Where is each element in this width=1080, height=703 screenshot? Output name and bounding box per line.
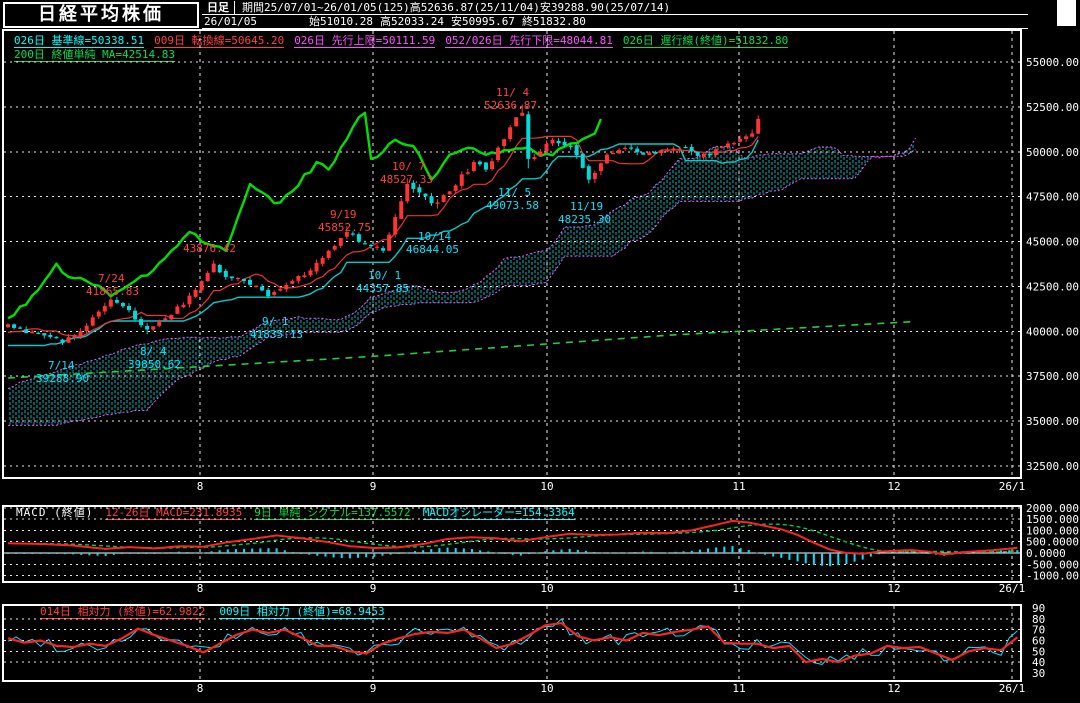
svg-text:8/ 4: 8/ 4 bbox=[140, 345, 167, 358]
svg-text:45000.00: 45000.00 bbox=[1026, 236, 1079, 249]
svg-text:26/1: 26/1 bbox=[999, 480, 1026, 493]
svg-text:12: 12 bbox=[887, 682, 900, 695]
price-annotation: 7/1439288.90 bbox=[36, 359, 89, 385]
svg-text:8: 8 bbox=[197, 682, 204, 695]
svg-text:30: 30 bbox=[1032, 667, 1045, 680]
svg-text:52636.87: 52636.87 bbox=[484, 99, 537, 112]
svg-text:52500.00: 52500.00 bbox=[1026, 101, 1079, 114]
price-annotation: 11/1948235.30 bbox=[558, 200, 611, 226]
svg-text:10: 10 bbox=[540, 582, 553, 595]
price-annotation: 11/ 549073.58 bbox=[486, 186, 539, 212]
price-annotation: 9/1945852.75 bbox=[318, 208, 371, 234]
svg-text:11/ 5: 11/ 5 bbox=[498, 186, 531, 199]
svg-text:26/1: 26/1 bbox=[999, 582, 1026, 595]
svg-text:10: 10 bbox=[540, 480, 553, 493]
svg-text:50000.00: 50000.00 bbox=[1026, 146, 1079, 159]
svg-text:11: 11 bbox=[732, 682, 745, 695]
price-annotation: 7/2441865.83 bbox=[86, 272, 139, 298]
svg-text:40000.00: 40000.00 bbox=[1026, 325, 1079, 338]
svg-text:8: 8 bbox=[197, 480, 204, 493]
svg-text:48527.33: 48527.33 bbox=[380, 173, 433, 186]
price-annotation: 10/ 748527.33 bbox=[380, 160, 433, 186]
svg-text:7/14: 7/14 bbox=[48, 359, 75, 372]
svg-text:49073.58: 49073.58 bbox=[486, 199, 539, 212]
svg-text:9: 9 bbox=[370, 582, 377, 595]
macd-panel[interactable]: 2000.0001500.0001000.000500.00000.0000-5… bbox=[3, 502, 1079, 595]
svg-text:46844.05: 46844.05 bbox=[406, 243, 459, 256]
svg-text:12: 12 bbox=[887, 582, 900, 595]
svg-text:-1000.00: -1000.00 bbox=[1026, 570, 1079, 583]
svg-text:41865.83: 41865.83 bbox=[86, 285, 139, 298]
rsi-panel[interactable]: 908070605040308910111226/1 bbox=[3, 602, 1045, 695]
svg-text:7/24: 7/24 bbox=[98, 272, 125, 285]
svg-text:9/19: 9/19 bbox=[330, 208, 357, 221]
price-annotation: 11/ 452636.87 bbox=[484, 86, 537, 112]
svg-text:11: 11 bbox=[732, 582, 745, 595]
svg-text:9: 9 bbox=[370, 480, 377, 493]
svg-text:10: 10 bbox=[540, 682, 553, 695]
svg-text:12: 12 bbox=[887, 480, 900, 493]
svg-text:39850.62: 39850.62 bbox=[128, 358, 181, 371]
svg-text:37500.00: 37500.00 bbox=[1026, 370, 1079, 383]
svg-text:35000.00: 35000.00 bbox=[1026, 415, 1079, 428]
svg-text:11/19: 11/19 bbox=[570, 200, 603, 213]
svg-text:32500.00: 32500.00 bbox=[1026, 460, 1079, 473]
price-annotation: 10/1446844.05 bbox=[406, 230, 459, 256]
svg-text:42500.00: 42500.00 bbox=[1026, 280, 1079, 293]
price-annotation: 43876.42 bbox=[183, 242, 236, 255]
svg-text:11/ 4: 11/ 4 bbox=[496, 86, 529, 99]
chart-canvas[interactable]: 55000.00 52500.00 50000.00 47500.00 45000.00… bbox=[0, 0, 1080, 703]
svg-text:10/14: 10/14 bbox=[418, 230, 451, 243]
svg-text:9/ 1: 9/ 1 bbox=[262, 315, 289, 328]
svg-text:8: 8 bbox=[197, 582, 204, 595]
svg-text:9: 9 bbox=[370, 682, 377, 695]
svg-text:10/ 7: 10/ 7 bbox=[392, 160, 425, 173]
svg-text:39288.90: 39288.90 bbox=[36, 372, 89, 385]
main-price-panel[interactable]: 55000.00 52500.00 50000.00 47500.00 45000.00… bbox=[3, 30, 1079, 493]
svg-text:41835.13: 41835.13 bbox=[250, 328, 303, 341]
svg-text:44357.85: 44357.85 bbox=[356, 282, 409, 295]
price-annotation: 10/ 144357.85 bbox=[356, 269, 409, 295]
svg-text:11: 11 bbox=[732, 480, 745, 493]
svg-text:55000.00: 55000.00 bbox=[1026, 56, 1079, 69]
svg-text:26/1: 26/1 bbox=[999, 682, 1026, 695]
svg-text:47500.00: 47500.00 bbox=[1026, 191, 1079, 204]
svg-text:48235.30: 48235.30 bbox=[558, 213, 611, 226]
svg-text:10/ 1: 10/ 1 bbox=[368, 269, 401, 282]
svg-text:43876.42: 43876.42 bbox=[183, 242, 236, 255]
svg-text:45852.75: 45852.75 bbox=[318, 221, 371, 234]
